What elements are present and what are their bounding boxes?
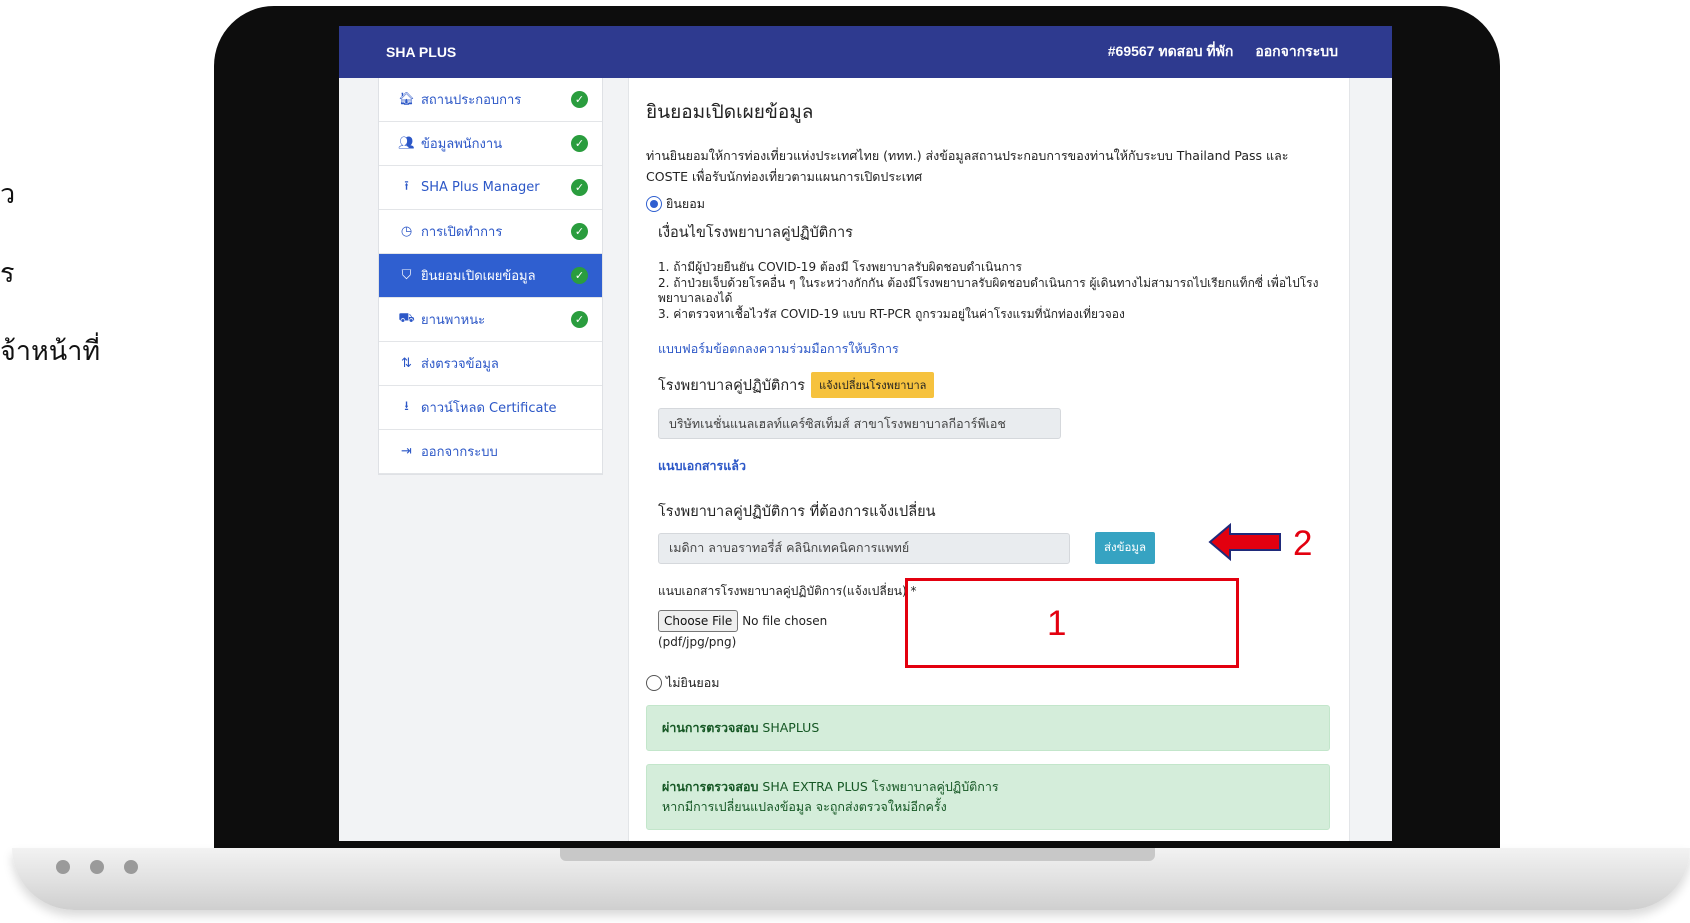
alert-bold: ผ่านการตรวจสอบ [662,720,759,735]
check-icon: ✓ [571,135,588,152]
check-icon: ✓ [571,311,588,328]
condition-item: 1. ถ้ามีผู้ป่วยยืนยัน COVID-19 ต้องมี โร… [658,260,1022,274]
consent-option[interactable]: ยินยอม [646,194,1330,214]
condition-item: 3. ค่าตรวจหาเชื้อไวรัส COVID-19 แบบ RT-P… [658,306,1125,321]
annotation-number-2: 2 [1293,524,1313,563]
sidebar-item-consent[interactable]: ⛉ ยินยอมเปิดเผยข้อมูล ✓ [379,254,602,298]
send-data-button[interactable]: ส่งข้อมูล [1095,532,1156,564]
laptop-dots [56,860,138,874]
conditions-list: 1. ถ้ามีผู้ป่วยยืนยัน COVID-19 ต้องมี โร… [658,260,1330,322]
sidebar-item-establishment[interactable]: 🏠︎ สถานประกอบการ ✓ [379,78,602,122]
partner-hospital-field: บริษัทเนชั่นแนลเฮลท์แคร์ซิสเท็มส์ สาขาโร… [658,408,1061,439]
partner-hospital-row: โรงพยาบาลคู่ปฏิบัติการ แจ้งเปลี่ยนโรงพยา… [658,372,1330,398]
vehicle-icon: ⛟ [398,311,415,326]
sidebar-item-staff[interactable]: 👥︎ ข้อมูลพนักงาน ✓ [379,122,602,166]
decline-option[interactable]: ไม่ยินยอม [646,673,1330,693]
consent-label: ยินยอม [666,196,705,211]
sidebar-item-label: การเปิดทำการ [421,225,503,240]
sha-plus-status-alert: ผ่านการตรวจสอบ SHAPLUS [646,705,1330,751]
slide-text-fragment: ร [0,258,15,289]
sha-extra-plus-status-alert: ผ่านการตรวจสอบ SHA EXTRA PLUS โรงพยาบาลค… [646,764,1330,830]
download-icon: ⭳ [404,398,409,414]
partner-hospital-label: โรงพยาบาลคู่ปฏิบัติการ [658,377,806,394]
alert-text: SHA EXTRA PLUS โรงพยาบาลคู่ปฏิบัติการ [758,779,999,794]
top-navbar: SHA PLUS #69567 ทดสอบ ที่พัก ออกจากระบบ [339,26,1392,78]
sidebar-item-download-certificate[interactable]: ⭳ ดาวน์โหลด Certificate [379,386,602,430]
slide-text-fragment: จ้าหน้าที่ [0,336,101,367]
user-label: #69567 ทดสอบ ที่พัก [1107,43,1234,59]
shield-icon: ⛉ [401,268,412,283]
annotation-number-1: 1 [1047,604,1067,643]
sidebar-item-submit-review[interactable]: ⇅ ส่งตรวจข้อมูล [379,342,602,386]
check-icon: ✓ [571,91,588,108]
sidebar-item-label: ส่งตรวจข้อมูล [421,357,499,372]
sidebar-item-logout[interactable]: ⇥ ออกจากระบบ [379,430,602,474]
red-arrow-icon [1208,522,1281,562]
consent-radio[interactable] [646,196,662,212]
intro-text: ท่านยินยอมให้การท่องเที่ยวแห่งประเทศไทย … [646,148,1289,184]
choose-file-button[interactable]: Choose File [658,610,739,632]
browser-screen: SHA PLUS #69567 ทดสอบ ที่พัก ออกจากระบบ … [339,26,1392,841]
condition-item: 2. ถ้าป่วยเจ็บด้วยโรคอื่น ๆ ในระหว่างกัก… [658,275,1319,306]
sidebar-item-vehicle[interactable]: ⛟ ยานพาหนะ ✓ [379,298,602,342]
home-icon: 🏠︎ [398,92,415,107]
page-title: ยินยอมเปิดเผยข้อมูล [646,101,814,123]
laptop-hinge [560,848,1155,861]
clock-icon: ◷ [400,224,413,239]
sidebar-item-label: สถานประกอบการ [421,93,522,108]
check-icon: ✓ [571,267,588,284]
alert-note: หากมีการเปลี่ยนแปลงข้อมูล จะถูกส่งตรวจให… [662,799,947,814]
logout-link[interactable]: ออกจากระบบ [1255,41,1338,63]
highlight-box-upload [905,578,1239,668]
slide-text-fragment: ัว [0,179,16,210]
sidebar-item-label: ยินยอมเปิดเผยข้อมูล [421,269,536,284]
sidebar-item-label: ออกจากระบบ [421,445,498,460]
sidebar-item-label: ยานพาหนะ [421,313,486,328]
sidebar-menu: 🏠︎ สถานประกอบการ ✓ 👥︎ ข้อมูลพนักงาน ✓ ⭱ SHA… [378,78,603,475]
new-hospital-field[interactable]: เมดิกา ลาบอราทอรี่ส์ คลินิกเทคนิคการแพทย… [658,532,1070,564]
decline-radio[interactable] [646,675,662,691]
alert-text: SHAPLUS [758,720,820,735]
sidebar-item-sha-plus-manager[interactable]: ⭱ SHA Plus Manager ✓ [379,166,602,210]
sidebar-item-opening[interactable]: ◷ การเปิดทำการ ✓ [379,210,602,254]
attached-document-link[interactable]: แนบเอกสารแล้ว [658,456,1330,476]
new-hospital-label: โรงพยาบาลคู่ปฏิบัติการ ที่ต้องการแจ้งเปล… [658,504,936,520]
check-icon: ✓ [571,179,588,196]
conditions-heading: เงื่อนไขโรงพยาบาลคู่ปฏิบัติการ [658,225,853,241]
users-icon: 👥︎ [398,136,415,151]
consent-panel: ยินยอมเปิดเผยข้อมูล ท่านยินยอมให้การท่อง… [628,78,1350,841]
decline-label: ไม่ยินยอม [666,675,720,690]
check-icon: ✓ [571,223,588,240]
change-hospital-button[interactable]: แจ้งเปลี่ยนโรงพยาบาล [811,372,935,398]
sidebar-item-label: SHA Plus Manager [421,180,540,195]
file-status: No file chosen [742,614,828,628]
brand-link[interactable]: SHA PLUS [386,44,456,60]
alert-bold: ผ่านการตรวจสอบ [662,779,759,794]
upload-icon: ⭱ [404,178,409,194]
agreement-form-link[interactable]: แบบฟอร์มข้อตกลงความร่วมมือการให้บริการ [658,339,1330,359]
sidebar-item-label: ดาวน์โหลด Certificate [421,401,557,416]
sort-icon: ⇅ [401,356,412,371]
logout-icon: ⇥ [401,444,412,459]
sidebar-item-label: ข้อมูลพนักงาน [421,137,503,152]
